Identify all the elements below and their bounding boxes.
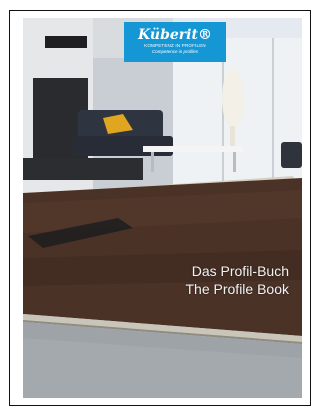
book-cover: Küberit® Kompetenz in Profilen Competenc… <box>23 18 302 398</box>
cover-photo <box>23 18 302 398</box>
title-german: Das Profil-Buch <box>191 263 289 279</box>
cover-title: Das Profil-Buch The Profile Book <box>186 262 290 298</box>
brand-name: Küberit® <box>138 27 212 43</box>
brand-logo: Küberit® Kompetenz in Profilen Competenc… <box>124 22 226 62</box>
title-english: The Profile Book <box>185 281 290 297</box>
brand-tagline-en: Competence in profiles <box>151 49 199 54</box>
